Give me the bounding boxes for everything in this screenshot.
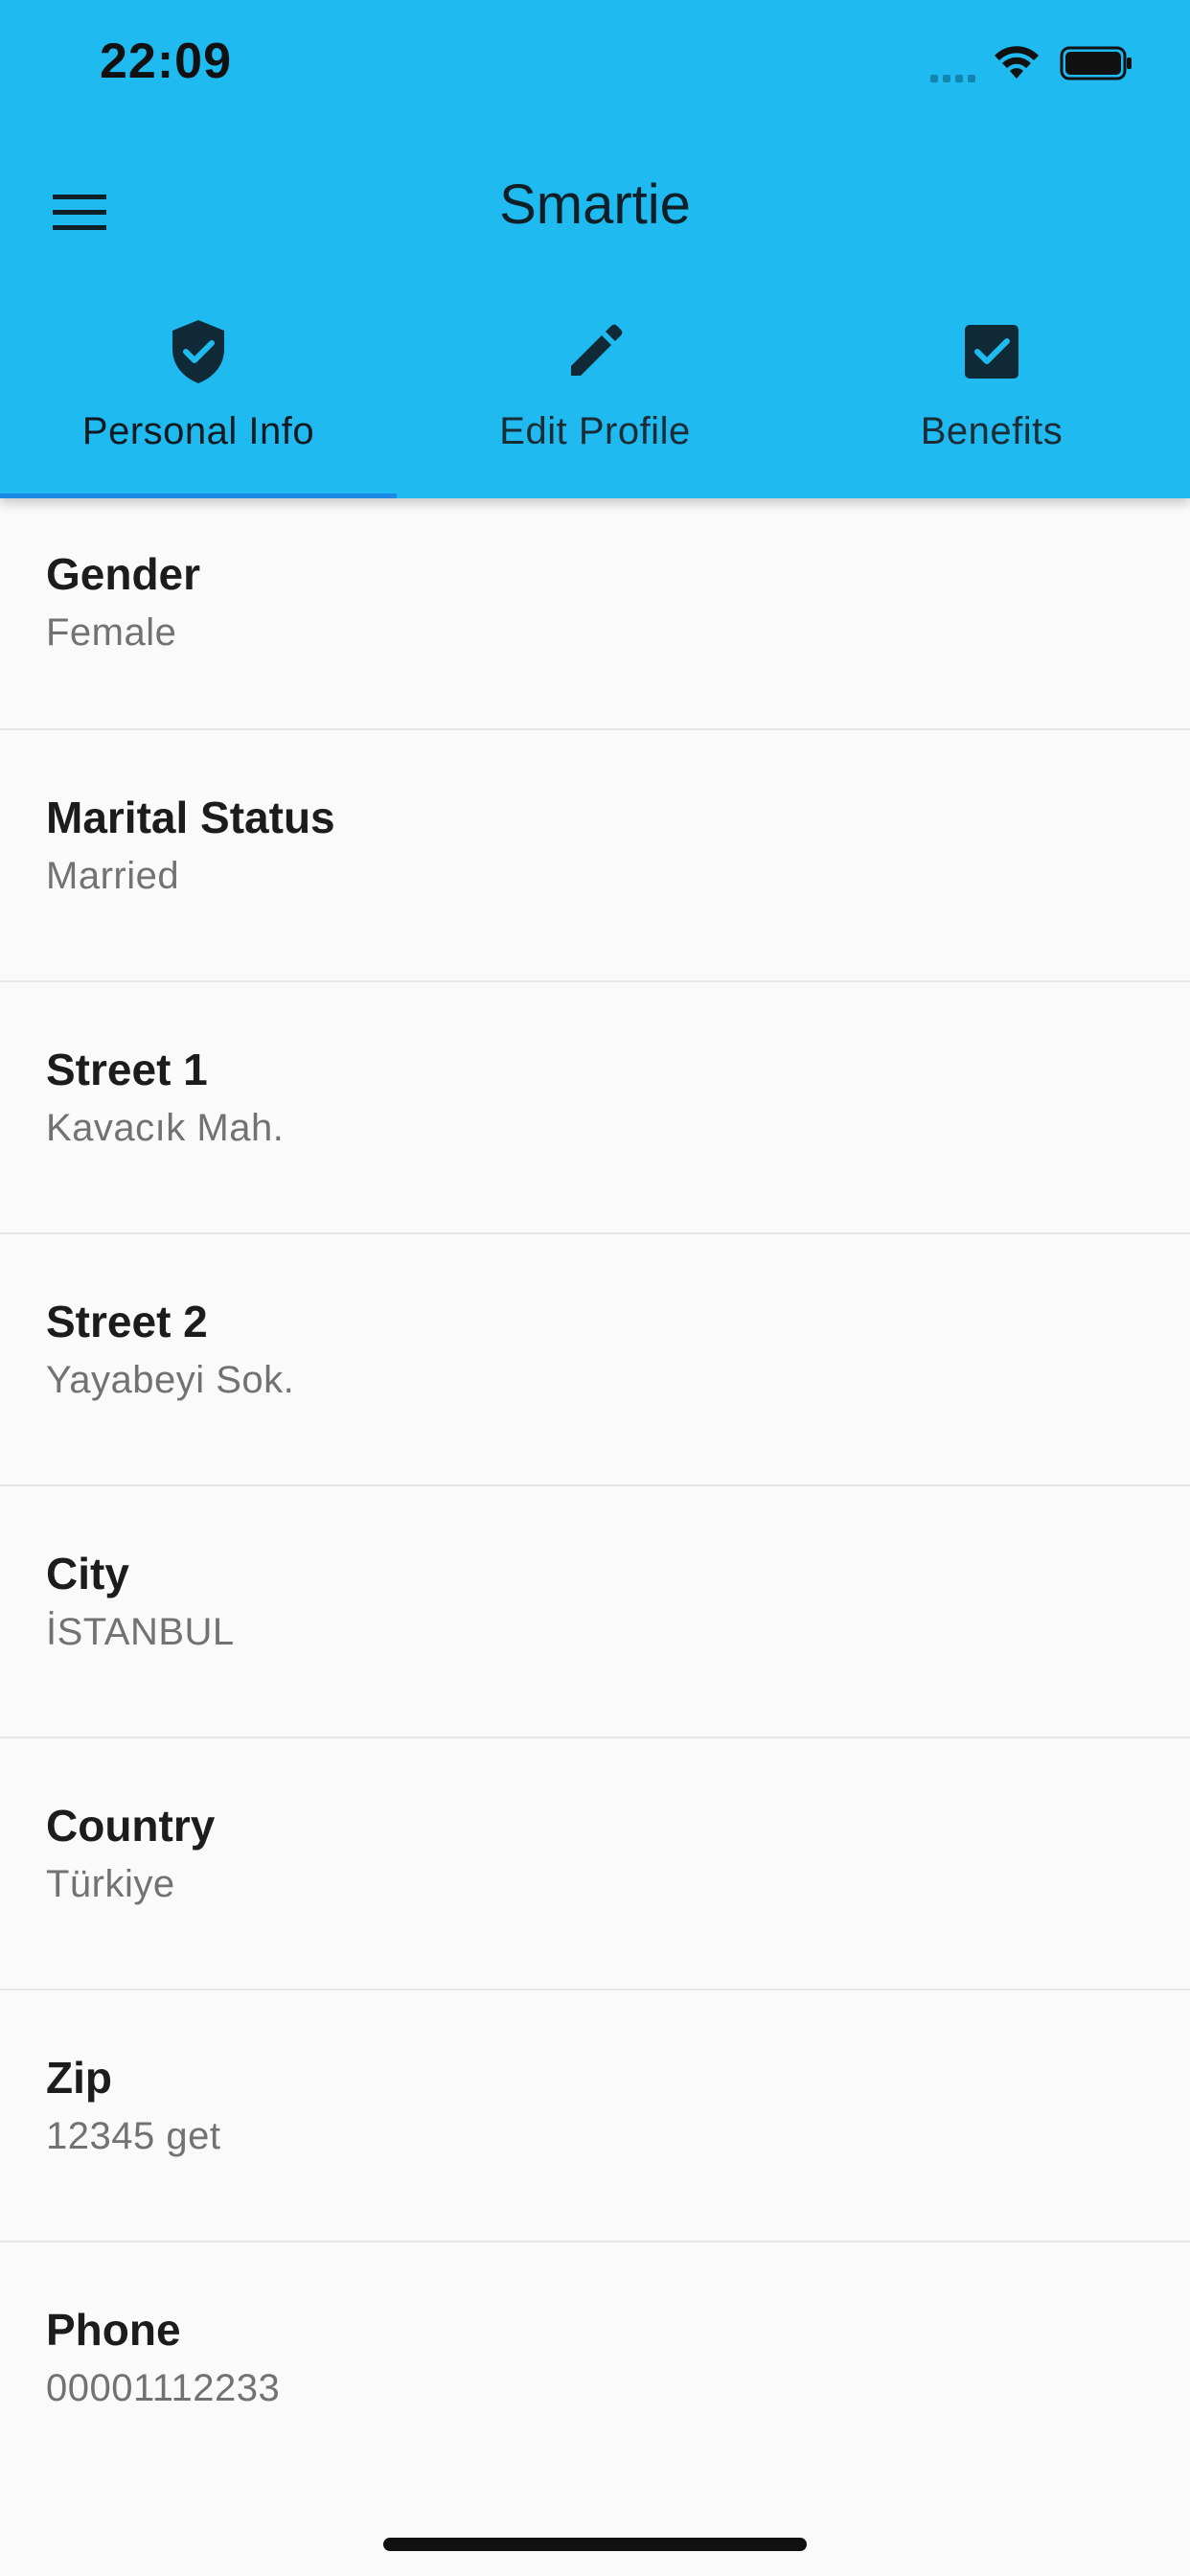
list-item-marital-status: Marital Status Married — [0, 730, 1190, 982]
field-value: Kavacık Mah. — [46, 1107, 285, 1149]
pencil-icon — [571, 324, 623, 376]
home-indicator[interactable] — [383, 2538, 807, 2551]
tab-label: Edit Profile — [499, 410, 691, 452]
field-label: Phone — [46, 2305, 181, 2355]
checkbox-icon — [965, 325, 1018, 379]
cellular-signal-icon — [930, 44, 975, 82]
list-item-street-2: Street 2 Yayabeyi Sok. — [0, 1234, 1190, 1486]
wifi-icon — [995, 46, 1039, 79]
field-label: Country — [46, 1801, 216, 1851]
field-value: 00001112233 — [46, 2367, 281, 2409]
field-label: Gender — [46, 549, 201, 599]
status-icons — [930, 42, 1133, 84]
app-bar: 22:09 Smartie Personal Info Edit Profile… — [0, 0, 1190, 498]
field-value: Married — [46, 855, 180, 897]
status-time: 22:09 — [100, 34, 232, 89]
field-label: Street 2 — [46, 1297, 208, 1346]
field-label: Marital Status — [46, 793, 335, 842]
battery-icon — [1060, 46, 1132, 80]
tab-benefits[interactable]: Benefits — [793, 288, 1190, 498]
active-tab-indicator — [0, 494, 397, 498]
list-item-zip: Zip 12345 get — [0, 1990, 1190, 2242]
list-item-country: Country Türkiye — [0, 1738, 1190, 1990]
field-value: Yayabeyi Sok. — [46, 1359, 295, 1401]
tab-label: Benefits — [920, 410, 1064, 452]
field-label: Street 1 — [46, 1045, 208, 1094]
list-item-city: City İSTANBUL — [0, 1486, 1190, 1738]
field-label: Zip — [46, 2053, 112, 2103]
list-item-street-1: Street 1 Kavacık Mah. — [0, 982, 1190, 1234]
field-value: Female — [46, 611, 177, 654]
tab-personal-info[interactable]: Personal Info — [0, 288, 397, 498]
field-label: City — [46, 1549, 129, 1598]
shield-check-icon — [172, 320, 224, 383]
list-item-phone: Phone 00001112233 — [0, 2242, 1190, 2495]
field-value: Türkiye — [46, 1863, 175, 1905]
field-value: İSTANBUL — [46, 1611, 235, 1653]
title-row: Smartie — [0, 153, 1190, 259]
list-item-gender: Gender Female — [0, 498, 1190, 730]
field-value: 12345 get — [46, 2115, 221, 2157]
personal-info-list: Gender Female Marital Status Married Str… — [0, 498, 1190, 2495]
tab-edit-profile[interactable]: Edit Profile — [397, 288, 793, 498]
tab-label: Personal Info — [81, 410, 315, 452]
tab-bar: Personal Info Edit Profile Benefits — [0, 288, 1190, 498]
app-title: Smartie — [499, 173, 691, 236]
